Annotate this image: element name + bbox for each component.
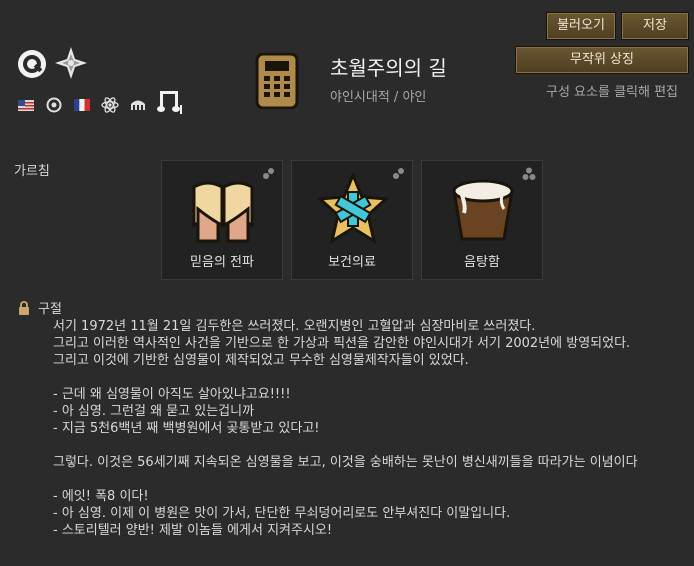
- open-book-hands-icon: [192, 181, 254, 243]
- style-icons: [16, 91, 186, 117]
- precept-label: 보건의료: [328, 255, 376, 270]
- precept-card[interactable]: 믿음의 전파: [161, 160, 283, 280]
- precept-card[interactable]: 음탕함: [421, 160, 543, 280]
- bucket-icon: [452, 179, 514, 241]
- building-icon[interactable]: [128, 95, 148, 115]
- star-icon[interactable]: [54, 46, 88, 80]
- precept-label: 믿음의 전파: [190, 255, 254, 270]
- scripture-label: 구절: [38, 302, 62, 317]
- circle-symbol-icon[interactable]: [44, 95, 64, 115]
- impact-dots-icon: [393, 168, 404, 179]
- music-note-icon[interactable]: [156, 87, 186, 117]
- save-button[interactable]: 저장: [621, 12, 689, 40]
- precept-card[interactable]: 보건의료: [291, 160, 413, 280]
- ideoligion-title[interactable]: 초월주의의 길: [330, 52, 447, 81]
- load-button[interactable]: 불러오기: [546, 12, 616, 40]
- ideoligion-panel: 불러오기 저장 무작위 상징 구성 요소를 클릭해 편집 초월주의의 길 야인시…: [0, 0, 694, 566]
- impact-dots-icon: [522, 167, 536, 180]
- ideoligion-subtitle: 야인시대적 / 야인: [330, 90, 427, 105]
- precepts-label: 가르침: [14, 164, 50, 179]
- atom-icon[interactable]: [100, 95, 120, 115]
- randomize-symbol-button[interactable]: 무작위 상징: [515, 46, 689, 74]
- flag-us-icon[interactable]: [16, 95, 36, 115]
- scripture-header: 구절: [18, 298, 62, 317]
- edit-hint: 구성 요소를 클릭해 편집: [546, 85, 678, 100]
- scripture-text: 서기 1972년 11월 21일 김두한은 쓰러졌다. 오랜지병인 고혈압과 심…: [53, 319, 638, 538]
- flag-fr-icon[interactable]: [72, 95, 92, 115]
- lock-icon[interactable]: [18, 300, 30, 315]
- precept-label: 음탕함: [464, 255, 500, 270]
- impact-dots-icon: [263, 168, 274, 179]
- medical-star-icon: [318, 173, 388, 245]
- target-icon[interactable]: [16, 48, 48, 80]
- calculator-icon[interactable]: [255, 52, 299, 110]
